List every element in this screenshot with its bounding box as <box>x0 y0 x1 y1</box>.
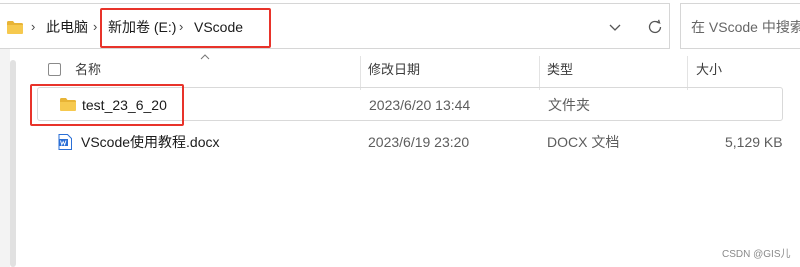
watermark: CSDN @GIS儿 <box>722 249 791 260</box>
file-name: VScode使用教程.docx <box>81 134 220 150</box>
file-name: test_23_6_20 <box>82 97 167 113</box>
search-input[interactable]: 在 VScode 中搜索 <box>680 3 800 49</box>
file-modified: 2023/6/20 13:44 <box>369 97 471 113</box>
file-type: DOCX 文档 <box>547 134 620 150</box>
file-size: 5,129 KB <box>725 134 783 150</box>
chevron-down-icon[interactable] <box>608 20 622 34</box>
file-modified: 2023/6/19 23:20 <box>368 134 470 150</box>
breadcrumb-separator: › <box>93 19 98 34</box>
file-type: 文件夹 <box>548 97 590 113</box>
address-bar[interactable]: › 此电脑 › 新加卷 (E:) › VScode <box>0 3 670 49</box>
scrollbar[interactable] <box>10 60 16 267</box>
sort-ascending-icon <box>200 54 210 60</box>
breadcrumb-this-pc[interactable]: 此电脑 <box>46 18 88 36</box>
breadcrumb-separator: › <box>31 19 36 34</box>
breadcrumb-drive-e[interactable]: 新加卷 (E:) <box>108 18 176 36</box>
word-doc-icon <box>58 134 72 150</box>
breadcrumb-separator: › <box>179 19 184 34</box>
column-divider[interactable] <box>539 56 540 90</box>
file-row[interactable]: test_23_6_20 2023/6/20 13:44 文件夹 <box>37 87 783 121</box>
column-header-modified[interactable]: 修改日期 <box>368 62 420 78</box>
folder-icon <box>7 21 23 34</box>
column-header-size[interactable]: 大小 <box>696 62 722 78</box>
file-row[interactable]: VScode使用教程.docx 2023/6/19 23:20 DOCX 文档 … <box>37 125 783 159</box>
breadcrumb-vscode[interactable]: VScode <box>194 18 243 36</box>
column-header-type[interactable]: 类型 <box>547 62 573 78</box>
search-placeholder: 在 VScode 中搜索 <box>691 19 800 35</box>
folder-icon <box>60 98 76 111</box>
column-divider[interactable] <box>360 56 361 90</box>
refresh-icon[interactable] <box>646 18 664 36</box>
navigation-pane[interactable] <box>0 49 10 267</box>
column-divider[interactable] <box>687 56 688 90</box>
column-header-name[interactable]: 名称 <box>75 62 101 78</box>
select-all-checkbox[interactable] <box>48 63 61 76</box>
